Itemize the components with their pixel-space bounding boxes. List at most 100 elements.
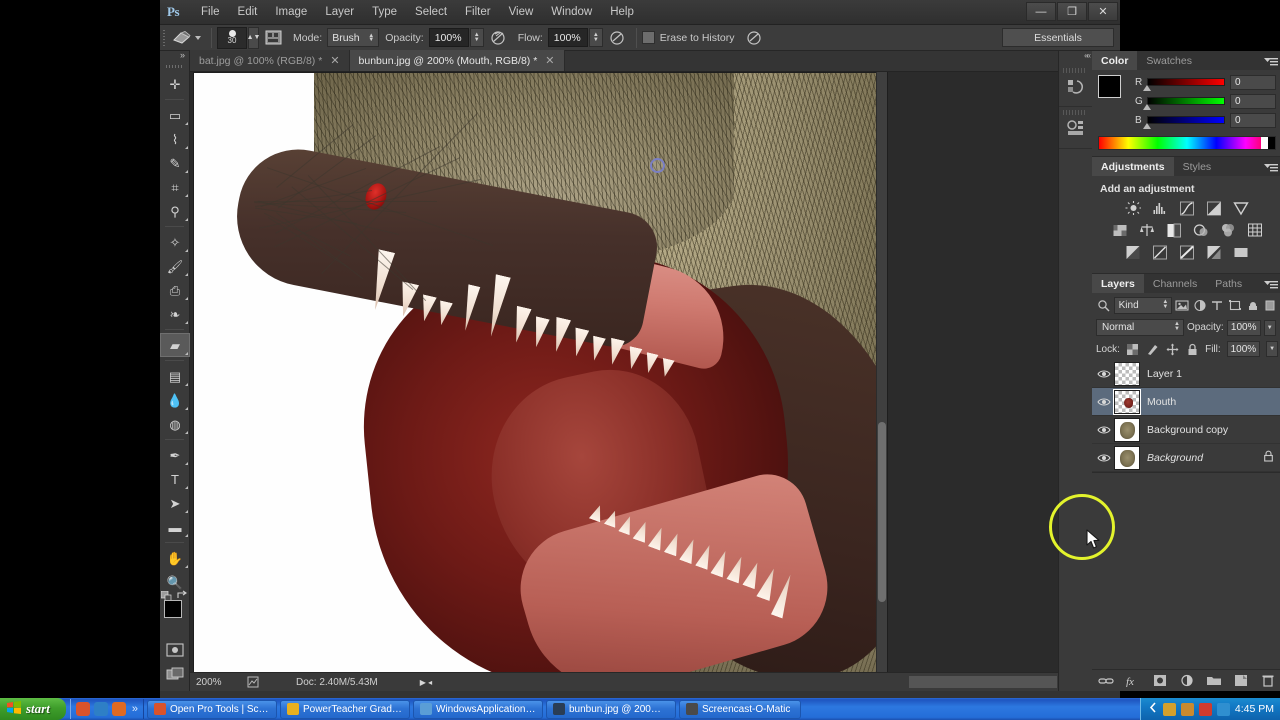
horizontal-scrollbar[interactable] bbox=[908, 675, 1058, 689]
quick-selection-tool[interactable]: ✎ bbox=[160, 151, 190, 175]
taskbar-button[interactable]: Screencast-O-Matic bbox=[679, 700, 801, 719]
blend-mode-dropdown[interactable]: Brush ▲▼ bbox=[327, 28, 379, 47]
taskbar-button[interactable]: Open Pro Tools | Scr… bbox=[147, 700, 277, 719]
layer-style-icon[interactable]: fx bbox=[1125, 673, 1141, 688]
layers-panel-menu-icon[interactable] bbox=[1264, 278, 1278, 289]
document-tab-1[interactable]: bunbun.jpg @ 200% (Mouth, RGB/8) *✕ bbox=[350, 50, 565, 71]
flow-stepper[interactable]: ▲▼ bbox=[589, 28, 603, 47]
workspace-switcher[interactable]: Essentials bbox=[1002, 28, 1114, 47]
clone-stamp-tool[interactable]: ⎙ bbox=[160, 278, 190, 302]
layer-mask-icon[interactable] bbox=[1152, 673, 1168, 688]
brush-picker-chevron-icon[interactable]: ▲ ▼ bbox=[248, 27, 259, 49]
levels-icon[interactable] bbox=[1152, 201, 1169, 216]
tab-paths[interactable]: Paths bbox=[1206, 274, 1251, 293]
menu-item-layer[interactable]: Layer bbox=[316, 2, 363, 22]
flow-input[interactable]: 100% bbox=[548, 28, 588, 47]
invert-icon[interactable] bbox=[1125, 245, 1142, 260]
layer-thumbnail[interactable] bbox=[1114, 390, 1140, 414]
spot-healing-brush-tool[interactable]: ✧ bbox=[160, 230, 190, 254]
opacity-input[interactable]: 100% bbox=[429, 28, 469, 47]
chrome-icon[interactable] bbox=[76, 702, 90, 716]
airbrush-icon[interactable] bbox=[606, 27, 628, 49]
firefox-icon[interactable] bbox=[112, 702, 126, 716]
update-icon[interactable] bbox=[1199, 703, 1212, 716]
selective-color-icon[interactable] bbox=[1206, 245, 1223, 260]
channel-slider-thumb[interactable] bbox=[1143, 85, 1151, 91]
crop-tool[interactable]: ⌗ bbox=[160, 175, 190, 199]
filter-smart-icon[interactable] bbox=[1245, 298, 1261, 314]
filter-pixel-icon[interactable] bbox=[1174, 298, 1190, 314]
tab-swatches[interactable]: Swatches bbox=[1137, 51, 1201, 70]
type-tool[interactable]: T bbox=[160, 467, 190, 491]
layer-visibility-eye-icon[interactable] bbox=[1094, 425, 1114, 435]
eraser-tool-icon[interactable] bbox=[169, 27, 193, 49]
tab-adjustments[interactable]: Adjustments bbox=[1092, 157, 1174, 176]
menu-item-image[interactable]: Image bbox=[266, 2, 316, 22]
history-panel-icon[interactable] bbox=[1059, 65, 1092, 107]
layer-row[interactable]: Mouth bbox=[1092, 388, 1280, 416]
tab-color[interactable]: Color bbox=[1092, 51, 1137, 70]
close-tab-icon[interactable]: ✕ bbox=[545, 54, 554, 67]
actions-panel-icon[interactable] bbox=[1059, 107, 1092, 149]
menu-item-view[interactable]: View bbox=[500, 2, 543, 22]
network-icon[interactable] bbox=[1163, 703, 1176, 716]
canvas-vertical-scrollbar[interactable] bbox=[876, 72, 887, 672]
adjustment-layer-icon[interactable] bbox=[1179, 673, 1195, 688]
menu-item-filter[interactable]: Filter bbox=[456, 2, 500, 22]
move-tool[interactable]: ✛ bbox=[160, 72, 190, 96]
layer-thumbnail[interactable] bbox=[1114, 446, 1140, 470]
taskbar-button[interactable]: bunbun.jpg @ 200% … bbox=[546, 700, 676, 719]
brush-panel-toggle-icon[interactable] bbox=[262, 27, 284, 49]
channel-slider-thumb[interactable] bbox=[1143, 123, 1151, 129]
history-brush-tool[interactable]: ❧ bbox=[160, 302, 190, 326]
taskbar-button[interactable]: PowerTeacher Grade… bbox=[280, 700, 410, 719]
gradient-map-icon[interactable] bbox=[1179, 245, 1196, 260]
new-layer-icon[interactable] bbox=[1233, 673, 1249, 688]
taskbar-button[interactable]: WindowsApplication1… bbox=[413, 700, 543, 719]
hue-saturation-icon[interactable] bbox=[1111, 223, 1128, 238]
menu-item-select[interactable]: Select bbox=[406, 2, 456, 22]
brush-tool[interactable]: 🖌 bbox=[160, 254, 190, 278]
threshold-icon[interactable] bbox=[1152, 245, 1169, 260]
tablet-pressure-icon[interactable] bbox=[743, 27, 765, 49]
layer-row[interactable]: Layer 1 bbox=[1092, 360, 1280, 388]
tab-styles[interactable]: Styles bbox=[1174, 157, 1221, 176]
brightness-contrast-icon[interactable] bbox=[1125, 201, 1142, 216]
channel-value-R[interactable]: 0 bbox=[1230, 75, 1276, 90]
black-white-icon[interactable] bbox=[1165, 223, 1182, 238]
layer-blend-mode-dropdown[interactable]: Normal ▲▼ bbox=[1096, 319, 1184, 336]
color-spectrum-ramp[interactable] bbox=[1098, 136, 1276, 150]
image-canvas[interactable] bbox=[193, 72, 888, 678]
sync-icon[interactable] bbox=[1217, 703, 1230, 716]
lock-all-icon[interactable] bbox=[1185, 342, 1199, 356]
tray-expand-icon[interactable] bbox=[1149, 702, 1158, 716]
link-layers-icon[interactable] bbox=[1098, 673, 1114, 688]
new-group-icon[interactable] bbox=[1206, 673, 1222, 688]
ie-icon[interactable] bbox=[94, 702, 108, 716]
menu-item-window[interactable]: Window bbox=[542, 2, 601, 22]
brush-preset-picker[interactable]: 30 bbox=[217, 27, 247, 49]
blur-tool[interactable]: 💧 bbox=[160, 388, 190, 412]
opacity-pressure-icon[interactable] bbox=[487, 27, 509, 49]
menu-item-help[interactable]: Help bbox=[601, 2, 643, 22]
foreground-color-swatch[interactable] bbox=[164, 600, 182, 618]
channel-slider-G[interactable] bbox=[1147, 97, 1225, 106]
tab-layers[interactable]: Layers bbox=[1092, 274, 1144, 293]
minimize-button[interactable]: — bbox=[1026, 2, 1056, 21]
quick-launch-more-icon[interactable]: » bbox=[132, 703, 138, 715]
exposure-icon[interactable] bbox=[1206, 201, 1223, 216]
scrollbar-thumb[interactable] bbox=[878, 422, 886, 602]
layer-visibility-eye-icon[interactable] bbox=[1094, 369, 1114, 379]
options-bar-grip[interactable] bbox=[160, 25, 169, 51]
channel-slider-thumb[interactable] bbox=[1143, 104, 1151, 110]
layer-row[interactable]: Background copy bbox=[1092, 416, 1280, 444]
tools-panel-collapse-icon[interactable] bbox=[160, 51, 189, 63]
pen-tool[interactable]: ✒ bbox=[160, 443, 190, 467]
color-panel-swatches[interactable] bbox=[1098, 75, 1127, 109]
adjustments-panel-menu-icon[interactable] bbox=[1264, 161, 1278, 172]
layer-thumbnail[interactable] bbox=[1114, 362, 1140, 386]
filter-adjustment-icon[interactable] bbox=[1192, 298, 1208, 314]
volume-icon[interactable] bbox=[1181, 703, 1194, 716]
hand-tool[interactable]: ✋ bbox=[160, 546, 190, 570]
tab-channels[interactable]: Channels bbox=[1144, 274, 1206, 293]
